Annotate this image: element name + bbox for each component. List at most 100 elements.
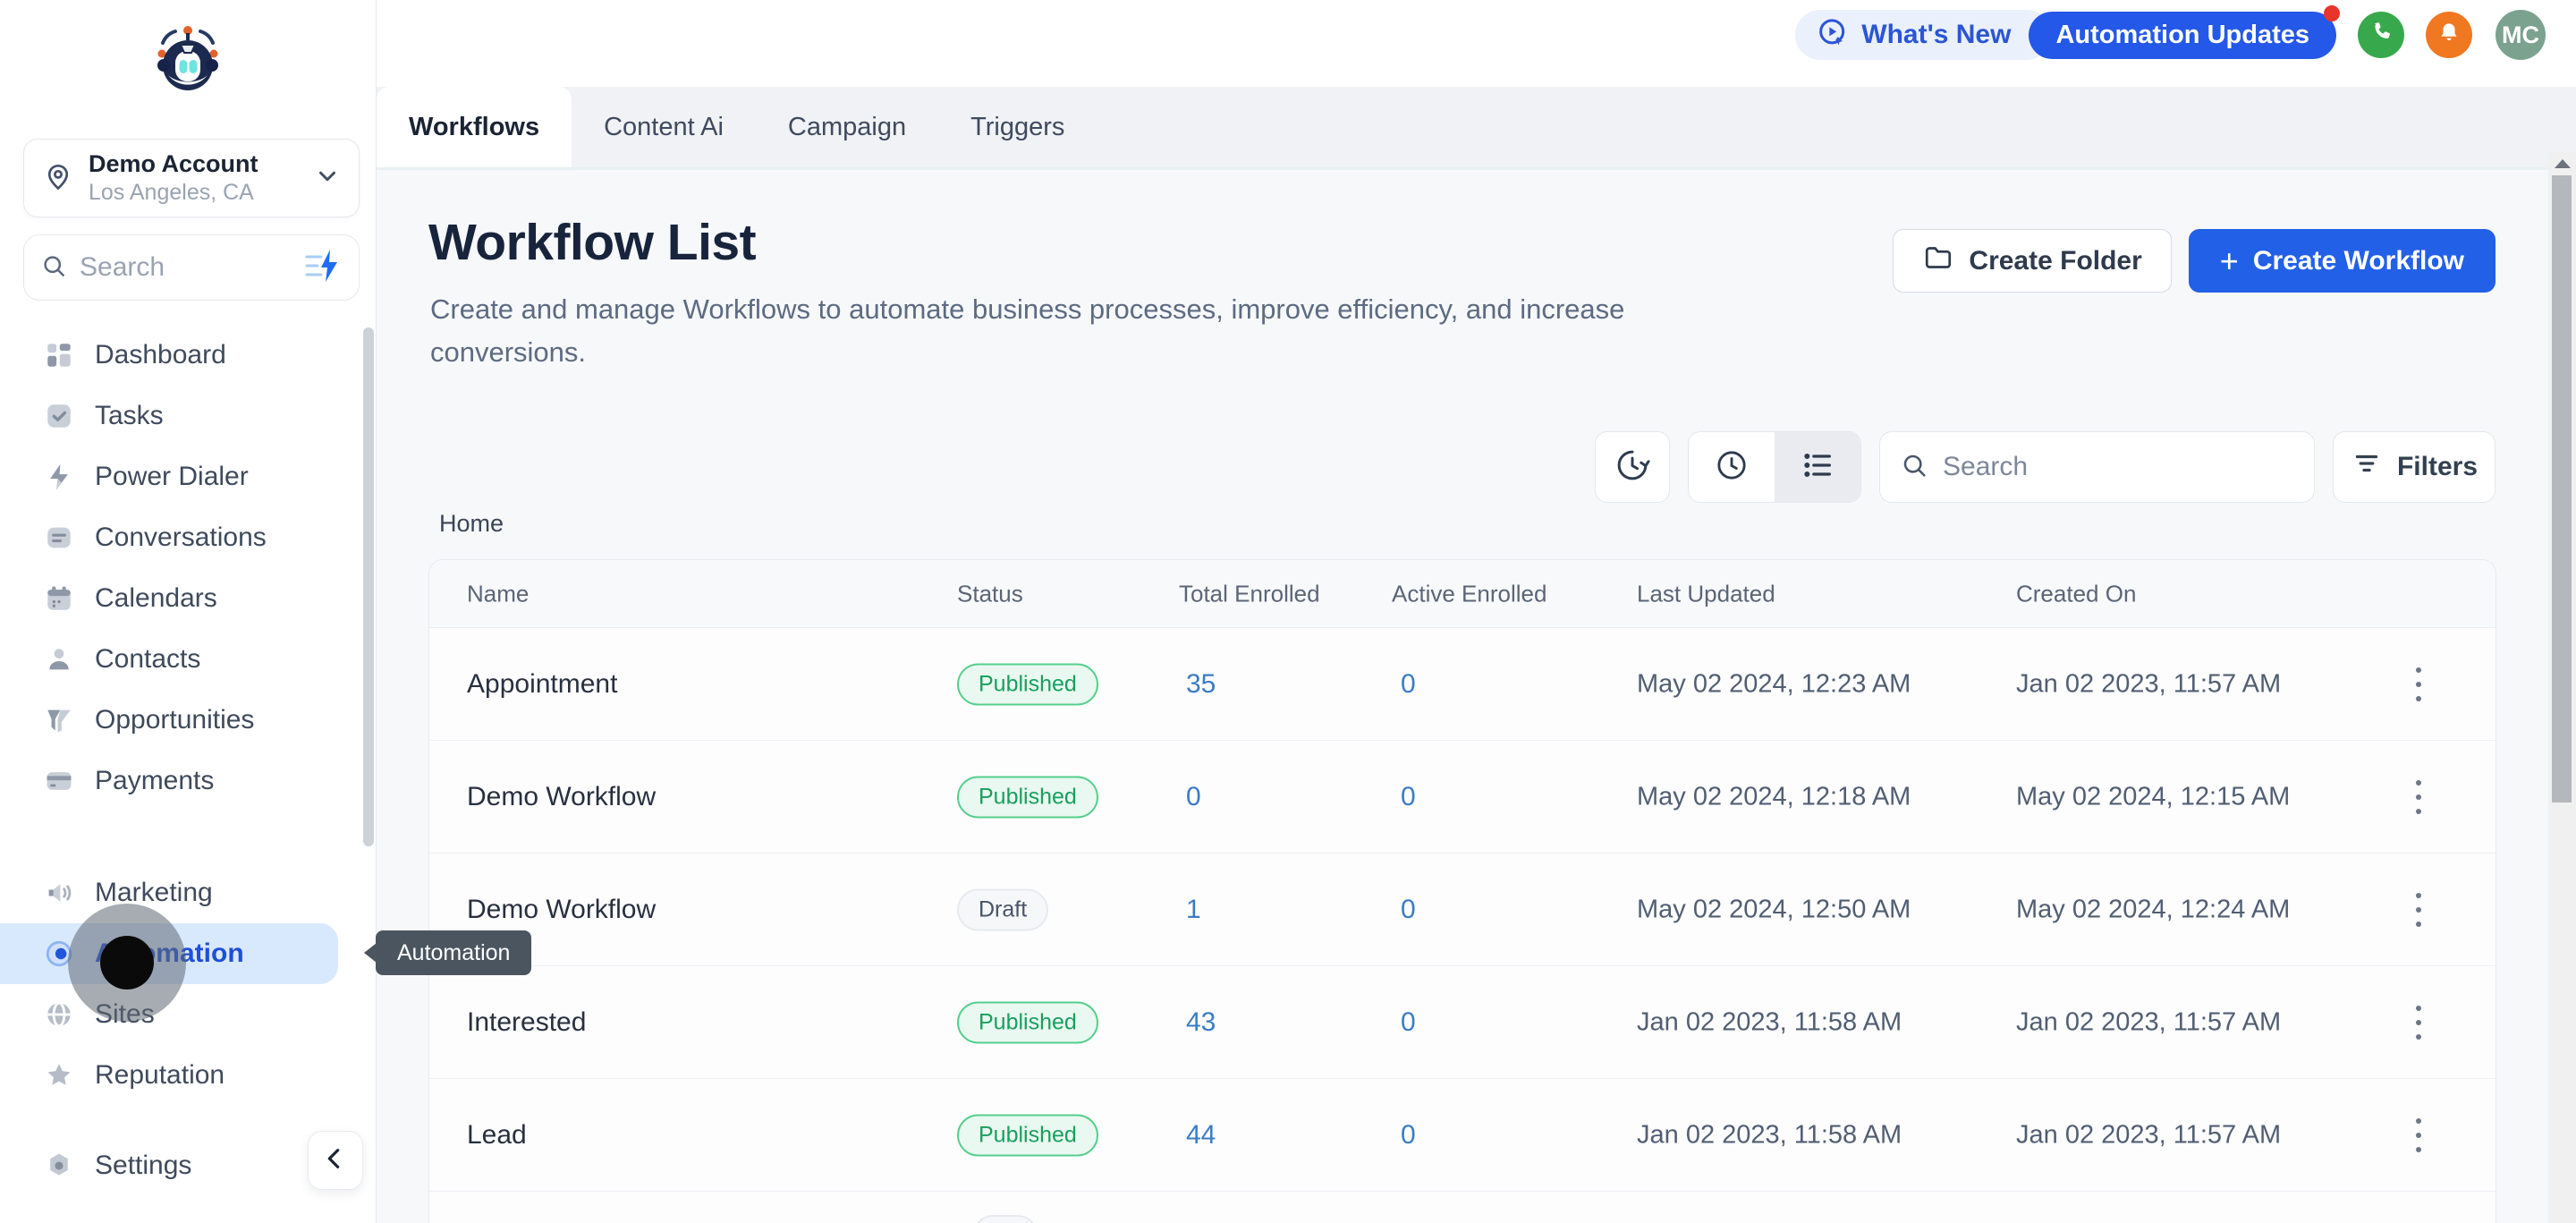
sidebar-item-label: Sites	[95, 999, 155, 1029]
table-header: Name Status Total Enrolled Active Enroll…	[429, 560, 2496, 628]
sidebar-item-reputation[interactable]: Reputation	[0, 1045, 361, 1091]
view-toggle	[1688, 431, 1861, 503]
tab-triggers[interactable]: Triggers	[938, 87, 1097, 167]
last-updated-value: May 02 2024, 12:23 AM	[1637, 669, 1911, 698]
workflow-name[interactable]: Interested	[467, 1007, 586, 1038]
workflow-name[interactable]: Appointment	[467, 669, 617, 700]
column-header-active-enrolled: Active Enrolled	[1392, 580, 1547, 607]
notifications-button[interactable]	[2426, 12, 2472, 58]
row-kebab-menu-icon[interactable]	[2401, 890, 2436, 930]
sidebar-item-opportunities[interactable]: Opportunities	[0, 690, 361, 751]
tab-workflows[interactable]: Workflows	[377, 87, 572, 167]
last-updated-value: May 02 2024, 12:18 AM	[1637, 782, 1911, 811]
sidebar-item-automation[interactable]: Automation	[0, 923, 338, 984]
table-row[interactable]: Lead Published 44 0 Jan 02 2023, 11:58 A…	[429, 1079, 2496, 1192]
sidebar-nav-primary: Dashboard Tasks Power Dialer Conversatio…	[0, 325, 361, 812]
person-icon	[43, 643, 75, 675]
table-row[interactable]: Appointment Published 35 0 May 02 2024, …	[429, 628, 2496, 741]
scrollbar-thumb[interactable]	[2552, 175, 2572, 803]
sidebar-item-label: Marketing	[95, 878, 213, 907]
sidebar-item-label: Opportunities	[95, 705, 255, 735]
sidebar-item-payments[interactable]: Payments	[0, 751, 361, 811]
bell-icon	[2436, 20, 2462, 51]
active-enrolled-link[interactable]: 0	[1401, 1120, 1416, 1150]
sidebar-item-conversations[interactable]: Conversations	[0, 507, 361, 568]
sidebar-item-label: Calendars	[95, 583, 217, 613]
row-kebab-menu-icon[interactable]	[2401, 1116, 2436, 1155]
filters-button[interactable]: Filters	[2333, 431, 2496, 503]
total-enrolled-link[interactable]: 44	[1186, 1120, 1216, 1150]
tab-campaign[interactable]: Campaign	[756, 87, 938, 167]
sidebar-nav-secondary: Marketing Automation Sites Reputation	[0, 862, 361, 1091]
active-enrolled-link[interactable]: 0	[1401, 895, 1416, 924]
sidebar-collapse-button[interactable]	[308, 1131, 363, 1190]
total-enrolled-link[interactable]: 43	[1186, 1007, 1216, 1037]
phone-icon	[2368, 20, 2394, 51]
folder-icon	[1922, 242, 1954, 281]
credit-card-icon	[43, 765, 75, 797]
column-header-created-on: Created On	[2016, 580, 2137, 607]
window-scrollbar[interactable]	[2548, 152, 2576, 1223]
user-avatar[interactable]: MC	[2496, 10, 2546, 60]
phone-button[interactable]	[2358, 12, 2404, 58]
sidebar-item-contacts[interactable]: Contacts	[0, 629, 361, 690]
workflow-name[interactable]: Demo Workflow	[467, 782, 656, 812]
create-folder-button[interactable]: Create Folder	[1893, 229, 2172, 293]
tab-content-ai[interactable]: Content Ai	[572, 87, 756, 167]
sidebar-item-marketing[interactable]: Marketing	[0, 862, 361, 923]
sidebar-item-dashboard[interactable]: Dashboard	[0, 325, 361, 386]
sidebar-search	[23, 234, 360, 301]
content-area: Workflow List Create and manage Workflow…	[377, 170, 2576, 1223]
workflow-table: Name Status Total Enrolled Active Enroll…	[428, 559, 2496, 1223]
sidebar-scrollbar-thumb[interactable]	[363, 327, 374, 846]
scrollbar-up-arrow-icon[interactable]	[2554, 159, 2571, 168]
search-icon	[40, 252, 67, 284]
page-description: Create and manage Workflows to automate …	[430, 293, 1625, 369]
plus-icon: +	[2219, 242, 2239, 279]
sidebar-item-label: Tasks	[95, 401, 164, 430]
account-switcher[interactable]: Demo Account Los Angeles, CA	[23, 139, 360, 217]
total-enrolled-link[interactable]: 0	[1186, 782, 1201, 811]
row-kebab-menu-icon[interactable]	[2401, 1003, 2436, 1042]
filters-label: Filters	[2396, 452, 2479, 481]
list-icon	[1800, 447, 1835, 488]
active-enrolled-link[interactable]: 0	[1401, 1007, 1416, 1037]
sidebar-item-label: Dashboard	[95, 340, 226, 369]
quick-shortcut-bolt-icon[interactable]	[303, 248, 343, 288]
active-enrolled-link[interactable]: 0	[1401, 669, 1416, 699]
clock-icon	[1714, 447, 1750, 488]
create-workflow-button[interactable]: + Create Workflow	[2188, 229, 2496, 293]
execution-logs-button[interactable]	[1595, 431, 1670, 503]
workflow-name[interactable]: Demo Workflow	[467, 895, 656, 925]
table-row[interactable]: Demo Workflow Published 0 0 May 02 2024,…	[429, 741, 2496, 854]
sidebar-search-input[interactable]	[78, 251, 303, 284]
table-row[interactable]: Demo Workflow Draft 1 0 May 02 2024, 12:…	[429, 854, 2496, 966]
row-kebab-menu-icon[interactable]	[2401, 665, 2436, 704]
status-badge: Draft	[957, 888, 1049, 930]
workflow-search-input[interactable]	[1941, 451, 2294, 483]
funnel-icon	[43, 704, 75, 736]
sidebar-item-label: Automation	[95, 938, 244, 968]
active-enrolled-link[interactable]: 0	[1401, 782, 1416, 811]
total-enrolled-link[interactable]: 35	[1186, 669, 1216, 699]
workflow-name[interactable]: Lead	[467, 1120, 527, 1151]
column-header-total-enrolled: Total Enrolled	[1179, 580, 1320, 607]
star-icon	[43, 1059, 75, 1091]
view-toggle-history-option[interactable]	[1689, 432, 1775, 502]
table-row[interactable]: Interested Published 43 0 Jan 02 2023, 1…	[429, 966, 2496, 1079]
whats-new-button[interactable]: What's New	[1795, 10, 2053, 60]
automation-updates-badge[interactable]: Automation Updates	[2029, 4, 2340, 59]
sidebar-item-tasks[interactable]: Tasks	[0, 386, 361, 446]
sidebar-item-sites[interactable]: Sites	[0, 984, 361, 1045]
sidebar: Demo Account Los Angeles, CA Search Dash…	[0, 0, 377, 1223]
sidebar-item-power-dialer[interactable]: Power Dialer	[0, 446, 361, 507]
row-kebab-menu-icon[interactable]	[2401, 777, 2436, 817]
total-enrolled-link[interactable]: 1	[1186, 895, 1201, 924]
breadcrumb[interactable]: Home	[439, 510, 504, 538]
sidebar-item-calendars[interactable]: Calendars	[0, 568, 361, 629]
account-location: Los Angeles, CA	[89, 179, 254, 205]
account-name: Demo Account	[89, 150, 258, 178]
view-toggle-list-option[interactable]	[1775, 432, 1860, 502]
lightning-icon	[43, 461, 75, 493]
dashboard-grid-icon	[43, 339, 75, 371]
